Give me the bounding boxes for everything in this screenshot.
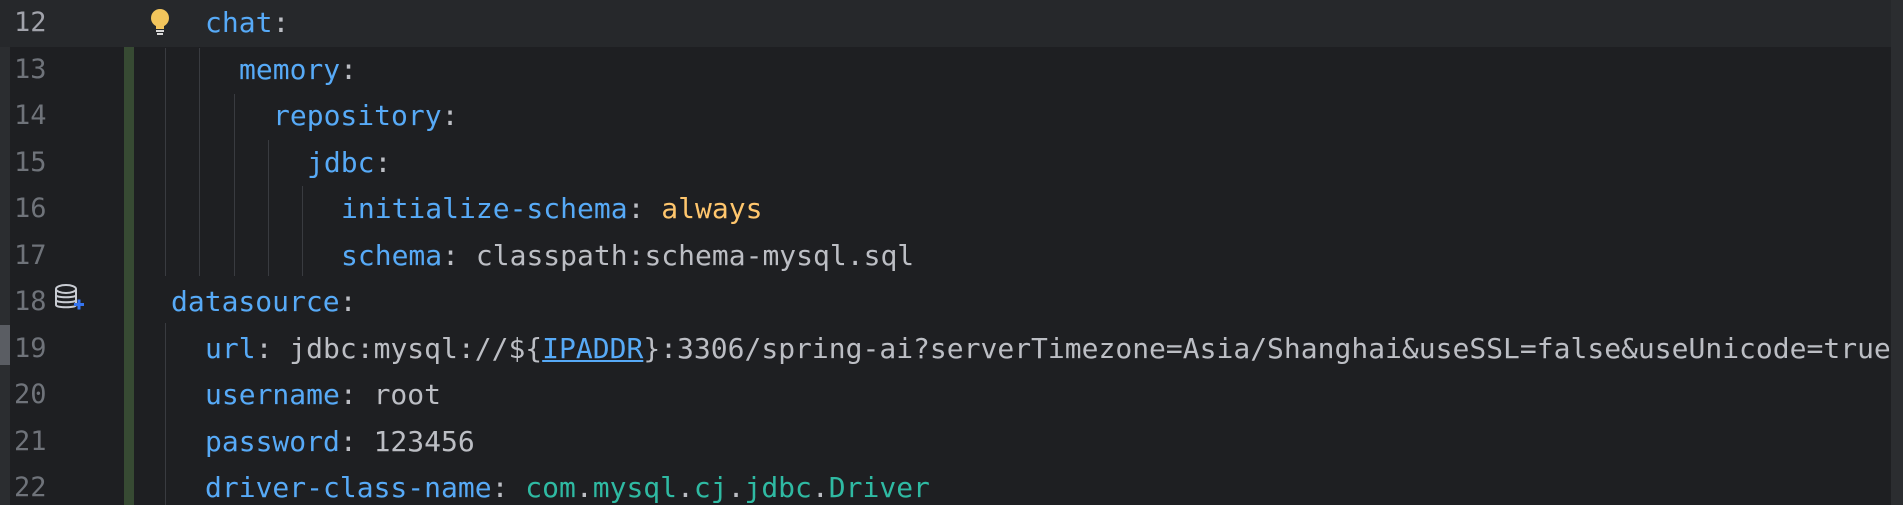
yaml-value: 123456 [373,424,475,458]
line-number: 17 [14,239,47,271]
code-text[interactable]: password: 123456 [205,419,475,466]
yaml-value-suffix: }:3306/spring-ai?serverTimezone=Asia/Sha… [643,331,1891,365]
class-segment[interactable]: com [525,471,576,504]
code-line[interactable]: 18 datasource: [0,279,1903,326]
code-text[interactable]: driver-class-name: com.mysql.cj.jdbc.Dri… [205,465,930,505]
yaml-value-prefix: jdbc:mysql://${ [289,331,543,365]
code-line[interactable]: 17 schema: classpath:schema-mysql.sql [0,233,1903,280]
line-number: 14 [14,100,47,131]
yaml-colon: : [339,285,357,318]
yaml-value: classpath:schema-mysql.sql [475,238,915,272]
scrollbar-change-marker[interactable] [1891,0,1903,505]
yaml-key: chat [205,6,273,39]
code-line[interactable]: 19 url: jdbc:mysql://${IPADDR}:3306/spri… [0,326,1903,373]
database-add-icon[interactable] [54,283,84,315]
code-line[interactable]: 15 jdbc: [0,140,1903,187]
dot: . [727,471,745,504]
yaml-colon: : [441,99,459,132]
dot: . [575,471,593,504]
line-number: 21 [14,425,47,457]
class-segment[interactable]: Driver [829,471,930,504]
yaml-key: password [205,424,340,458]
yaml-key: driver-class-name [205,471,492,504]
code-text[interactable]: chat: [205,0,289,47]
yaml-colon: : [272,6,290,39]
yaml-colon: : [374,145,392,179]
env-variable-link[interactable]: IPADDR [542,332,643,365]
yaml-key: initialize-schema [341,192,628,225]
code-line[interactable]: 20 username: root [0,372,1903,419]
yaml-value: always [661,192,763,225]
yaml-colon: : [339,424,374,458]
dot: . [811,471,829,504]
line-number: 12 [14,7,47,38]
line-number: 16 [14,193,47,224]
dot: . [677,471,694,504]
class-segment[interactable]: mysql [593,471,677,504]
line-number: 13 [14,53,47,85]
code-editor[interactable]: 12 chat: 13 memory: 14 repository: 15 jd… [0,0,1903,505]
code-line[interactable]: 21 password: 123456 [0,419,1903,466]
yaml-key: url [205,331,256,365]
class-segment[interactable]: jdbc [744,471,811,504]
code-text[interactable]: memory: [239,47,357,94]
code-line[interactable]: 13 memory: [0,47,1903,94]
code-text[interactable]: datasource: [171,279,356,326]
yaml-key: username [205,378,340,411]
yaml-colon: : [339,378,374,411]
yaml-key: jdbc [307,145,375,179]
yaml-value: root [373,378,442,411]
code-line[interactable]: 22 driver-class-name: com.mysql.cj.jdbc.… [0,465,1903,505]
line-number: 19 [14,332,47,364]
yaml-key: schema [341,238,443,272]
code-text[interactable]: url: jdbc:mysql://${IPADDR}:3306/spring-… [205,326,1891,373]
code-text[interactable]: jdbc: [307,140,391,187]
code-line[interactable]: 16 initialize-schema: always [0,186,1903,233]
code-line[interactable]: 14 repository: [0,93,1903,140]
code-line[interactable]: 12 chat: [0,0,1903,47]
yaml-colon: : [491,471,526,504]
code-text[interactable]: schema: classpath:schema-mysql.sql [341,233,914,280]
yaml-key: memory [239,52,341,86]
line-number: 15 [14,146,47,178]
line-number: 18 [14,286,47,317]
code-text[interactable]: repository: [273,93,458,140]
code-text[interactable]: initialize-schema: always [341,186,762,233]
code-text[interactable]: username: root [205,372,441,419]
line-number: 20 [14,379,47,410]
line-number: 22 [14,472,47,503]
yaml-colon: : [627,192,662,225]
yaml-colon: : [340,52,358,86]
lightbulb-icon[interactable] [148,8,172,36]
yaml-key: repository [273,99,442,132]
yaml-colon: : [442,238,476,272]
yaml-colon: : [255,331,290,365]
class-segment[interactable]: cj [694,471,728,504]
yaml-key: datasource [171,285,340,318]
